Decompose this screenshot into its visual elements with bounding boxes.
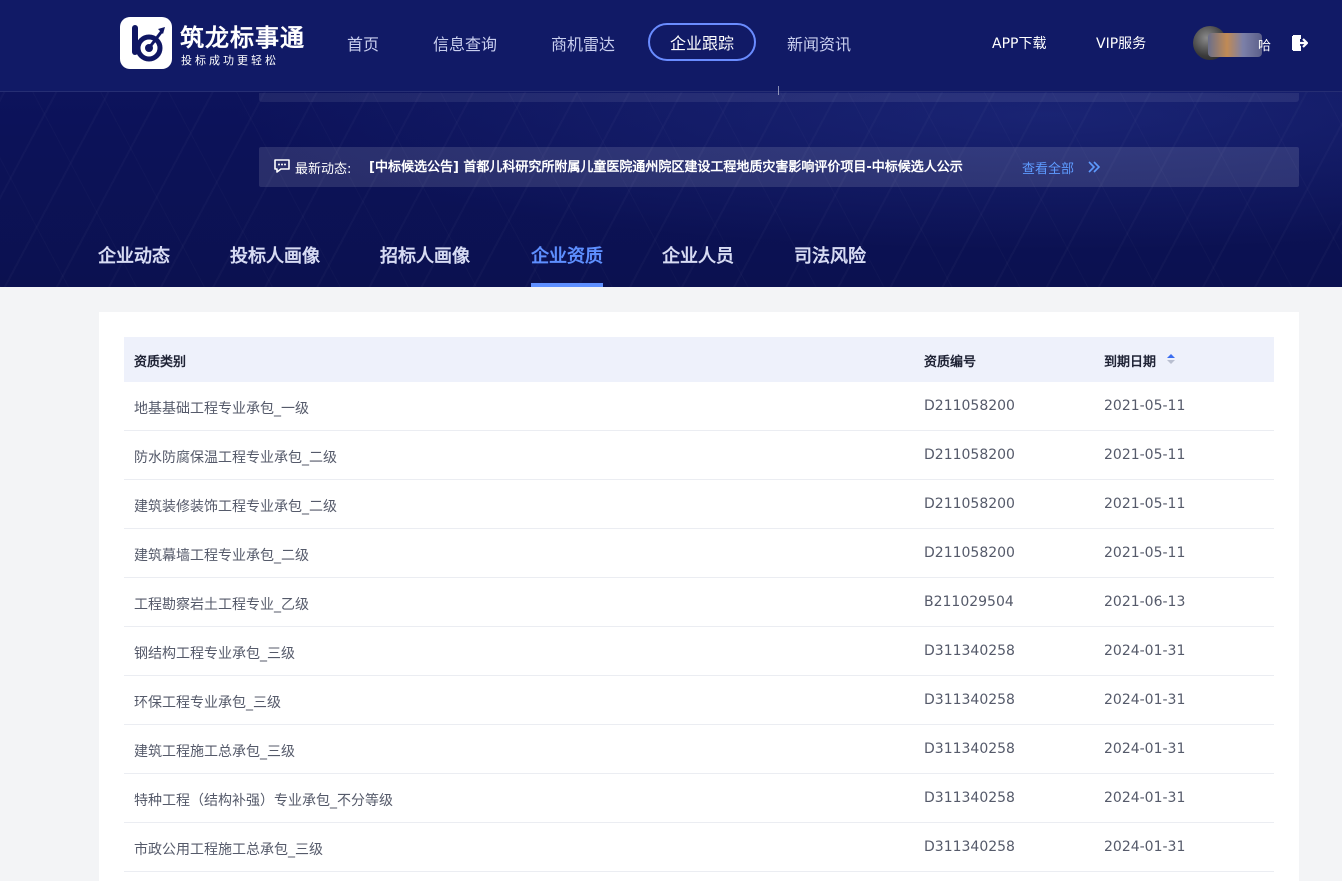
nav-info-query[interactable]: 信息查询 xyxy=(433,31,497,55)
table-row[interactable]: 建筑装修装饰工程专业承包_二级 D211058200 2021-05-11 xyxy=(124,480,1274,529)
tab-company-qualification[interactable]: 企业资质 xyxy=(531,242,603,268)
tab-judicial-risk[interactable]: 司法风险 xyxy=(794,242,866,268)
cell-number: D211058200 xyxy=(924,496,1015,512)
news-label: 最新动态: xyxy=(295,162,352,177)
cell-expiry: 2024-01-31 xyxy=(1104,790,1186,806)
table-row[interactable]: 建筑工程施工总承包_三级 D311340258 2024-01-31 xyxy=(124,725,1274,774)
qualification-card: 资质类别 资质编号 到期日期 地基基础工程专业承包_一级 D211058200 20… xyxy=(99,312,1299,881)
logout-icon[interactable] xyxy=(1290,34,1308,52)
cell-number: D311340258 xyxy=(924,741,1015,757)
sort-icon[interactable] xyxy=(1166,353,1176,365)
qualification-table: 资质类别 资质编号 到期日期 地基基础工程专业承包_一级 D211058200 20… xyxy=(124,337,1274,872)
cell-expiry: 2021-05-11 xyxy=(1104,545,1186,561)
cell-category: 市政公用工程施工总承包_三级 xyxy=(134,842,323,858)
nav-company-tracking[interactable]: 企业跟踪 xyxy=(648,23,756,61)
hero-banner: 筑龙标事通 投标成功更轻松 首页 信息查询 商机雷达 企业跟踪 新闻资讯 APP… xyxy=(0,0,1342,287)
logo-slogan: 投标成功更轻松 xyxy=(181,54,279,67)
cell-expiry: 2021-06-13 xyxy=(1104,594,1186,610)
user-name-redacted xyxy=(1208,33,1262,57)
nav-home[interactable]: 首页 xyxy=(347,31,379,55)
cell-number: B211029504 xyxy=(924,594,1014,610)
cell-expiry: 2021-05-11 xyxy=(1104,447,1186,463)
table-row[interactable]: 钢结构工程专业承包_三级 D311340258 2024-01-31 xyxy=(124,627,1274,676)
table-row[interactable]: 建筑幕墙工程专业承包_二级 D211058200 2021-05-11 xyxy=(124,529,1274,578)
column-header-expiry[interactable]: 到期日期 xyxy=(1104,351,1156,370)
cell-number: D211058200 xyxy=(924,398,1015,414)
cell-category: 钢结构工程专业承包_三级 xyxy=(134,646,295,662)
table-row[interactable]: 特种工程（结构补强）专业承包_不分等级 D311340258 2024-01-31 xyxy=(124,774,1274,823)
column-header-category: 资质类别 xyxy=(134,355,187,370)
cell-category: 建筑装修装饰工程专业承包_二级 xyxy=(134,499,337,515)
logo-icon[interactable] xyxy=(120,17,172,69)
top-navigation-bar: 筑龙标事通 投标成功更轻松 首页 信息查询 商机雷达 企业跟踪 新闻资讯 APP… xyxy=(0,0,1342,92)
cell-number: D211058200 xyxy=(924,447,1015,463)
user-name-tail[interactable]: 哈 xyxy=(1258,35,1271,54)
cell-number: D311340258 xyxy=(924,790,1015,806)
cell-category: 建筑幕墙工程专业承包_二级 xyxy=(134,548,309,564)
search-bar[interactable] xyxy=(259,93,1299,102)
table-row[interactable]: 防水防腐保温工程专业承包_二级 D211058200 2021-05-11 xyxy=(124,431,1274,480)
cell-category: 工程勘察岩土工程专业_乙级 xyxy=(134,597,309,613)
cell-category: 特种工程（结构补强）专业承包_不分等级 xyxy=(134,793,393,809)
cell-category: 建筑工程施工总承包_三级 xyxy=(134,744,295,760)
search-bar-divider xyxy=(778,86,779,95)
cell-expiry: 2024-01-31 xyxy=(1104,839,1186,855)
cell-number: D311340258 xyxy=(924,692,1015,708)
cell-category: 地基基础工程专业承包_一级 xyxy=(134,401,309,417)
double-chevron-right-icon[interactable] xyxy=(1087,160,1101,174)
tab-company-dynamics[interactable]: 企业动态 xyxy=(98,242,170,268)
nav-news[interactable]: 新闻资讯 xyxy=(787,31,851,55)
tab-bidder-profile[interactable]: 投标人画像 xyxy=(230,242,320,268)
table-row[interactable]: 环保工程专业承包_三级 D311340258 2024-01-31 xyxy=(124,676,1274,725)
logo-text[interactable]: 筑龙标事通 xyxy=(180,18,305,53)
table-row[interactable]: 工程勘察岩土工程专业_乙级 B211029504 2021-06-13 xyxy=(124,578,1274,627)
message-icon xyxy=(274,159,290,173)
news-ticker: 最新动态: [中标候选公告] 首都儿科研究所附属儿童医院通州院区建设工程地质灾害… xyxy=(259,147,1299,187)
tab-tenderer-profile[interactable]: 招标人画像 xyxy=(380,242,470,268)
table-row[interactable]: 市政公用工程施工总承包_三级 D311340258 2024-01-31 xyxy=(124,823,1274,872)
cell-expiry: 2021-05-11 xyxy=(1104,398,1186,414)
cell-number: D311340258 xyxy=(924,839,1015,855)
cell-number: D211058200 xyxy=(924,545,1015,561)
news-headline[interactable]: [中标候选公告] 首都儿科研究所附属儿童医院通州院区建设工程地质灾害影响评价项目… xyxy=(369,156,963,175)
vip-service-link[interactable]: VIP服务 xyxy=(1096,33,1146,53)
app-download-link[interactable]: APP下载 xyxy=(992,33,1046,53)
cell-category: 环保工程专业承包_三级 xyxy=(134,695,281,711)
cell-number: D311340258 xyxy=(924,643,1015,659)
cell-expiry: 2024-01-31 xyxy=(1104,741,1186,757)
tab-company-personnel[interactable]: 企业人员 xyxy=(662,242,734,268)
cell-category: 防水防腐保温工程专业承包_二级 xyxy=(134,450,337,466)
cell-expiry: 2021-05-11 xyxy=(1104,496,1186,512)
nav-business-radar[interactable]: 商机雷达 xyxy=(551,31,615,55)
cell-expiry: 2024-01-31 xyxy=(1104,692,1186,708)
table-header: 资质类别 资质编号 到期日期 xyxy=(124,337,1274,382)
table-row[interactable]: 地基基础工程专业承包_一级 D211058200 2021-05-11 xyxy=(124,382,1274,431)
column-header-number: 资质编号 xyxy=(924,355,977,370)
active-tab-indicator xyxy=(531,283,603,287)
table-body: 地基基础工程专业承包_一级 D211058200 2021-05-11 防水防腐保温工… xyxy=(124,382,1274,872)
view-all-link[interactable]: 查看全部 xyxy=(1022,158,1074,177)
cell-expiry: 2024-01-31 xyxy=(1104,643,1186,659)
